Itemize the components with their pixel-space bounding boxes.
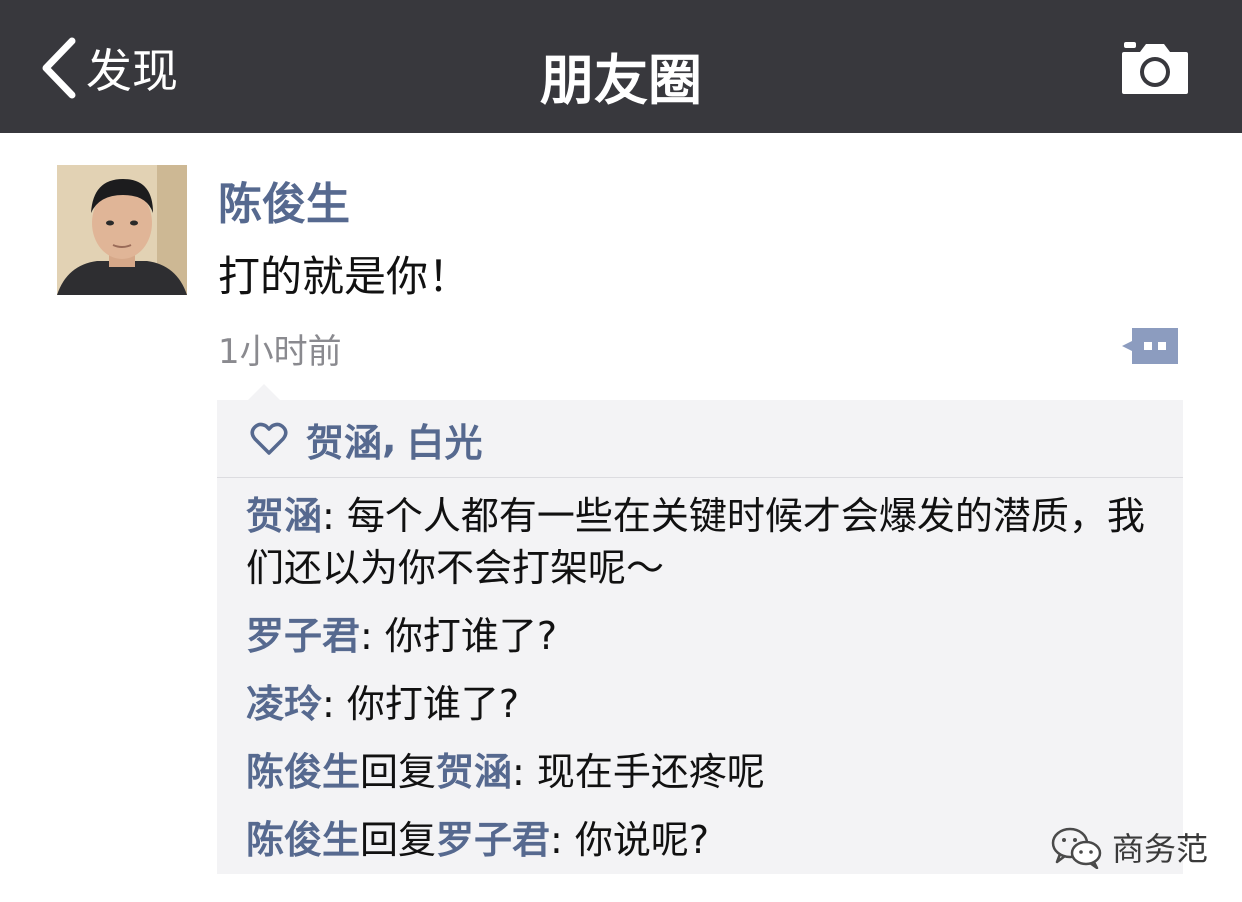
- reply-target[interactable]: 罗子君: [436, 818, 550, 862]
- comment-author[interactable]: 凌玲: [246, 682, 322, 726]
- comment-item[interactable]: 陈俊生回复罗子君: 你说呢?: [246, 814, 1146, 866]
- comment-item[interactable]: 罗子君: 你打谁了?: [246, 610, 1146, 662]
- panel-divider: [217, 477, 1183, 478]
- avatar[interactable]: [57, 165, 187, 295]
- reply-target[interactable]: 贺涵: [436, 750, 512, 794]
- likes-row: 贺涵 , 白光: [250, 412, 482, 467]
- comment-item[interactable]: 凌玲: 你打谁了?: [246, 678, 1146, 730]
- camera-icon: [1120, 42, 1190, 100]
- post-time: 1小时前: [218, 332, 342, 372]
- comment-text: : 你打谁了?: [322, 682, 520, 726]
- comment-item[interactable]: 陈俊生回复贺涵: 现在手还疼呢: [246, 746, 1146, 798]
- top-navbar: 发现 朋友圈: [0, 0, 1242, 133]
- heart-outline-icon: [250, 422, 288, 456]
- comment-text: : 你说呢?: [550, 818, 710, 862]
- camera-button[interactable]: [1120, 40, 1190, 100]
- like-name[interactable]: 贺涵: [306, 412, 382, 467]
- page-title: 朋友圈: [540, 49, 702, 112]
- reply-word: 回复: [360, 750, 437, 794]
- panel-pointer: [248, 384, 280, 400]
- comment-text: : 每个人都有一些在关键时候才会爆发的潜质，我们还以为你不会打架呢～: [246, 494, 1145, 590]
- reply-word: 回复: [360, 818, 437, 862]
- watermark: 商务范: [1050, 824, 1208, 870]
- comment-list: 贺涵: 每个人都有一些在关键时候才会爆发的潜质，我们还以为你不会打架呢～ 罗子君…: [246, 490, 1146, 882]
- comment-text: : 你打谁了?: [360, 614, 558, 658]
- comment-bubble-icon: [1120, 328, 1180, 372]
- comment-author[interactable]: 陈俊生: [246, 750, 360, 794]
- comment-author[interactable]: 罗子君: [246, 614, 360, 658]
- wechat-logo-icon: [1050, 825, 1104, 869]
- comment-action-button[interactable]: [1120, 324, 1180, 372]
- comment-text: : 现在手还疼呢: [512, 750, 765, 794]
- watermark-text: 商务范: [1112, 830, 1209, 868]
- post-text: 打的就是你！: [218, 252, 471, 301]
- comment-author[interactable]: 陈俊生: [246, 818, 360, 862]
- like-name[interactable]: 白光: [406, 412, 482, 467]
- post-author[interactable]: 陈俊生: [218, 168, 350, 232]
- comment-item[interactable]: 贺涵: 每个人都有一些在关键时候才会爆发的潜质，我们还以为你不会打架呢～: [246, 490, 1146, 594]
- like-separator: ,: [382, 417, 397, 461]
- comment-author[interactable]: 贺涵: [246, 494, 322, 538]
